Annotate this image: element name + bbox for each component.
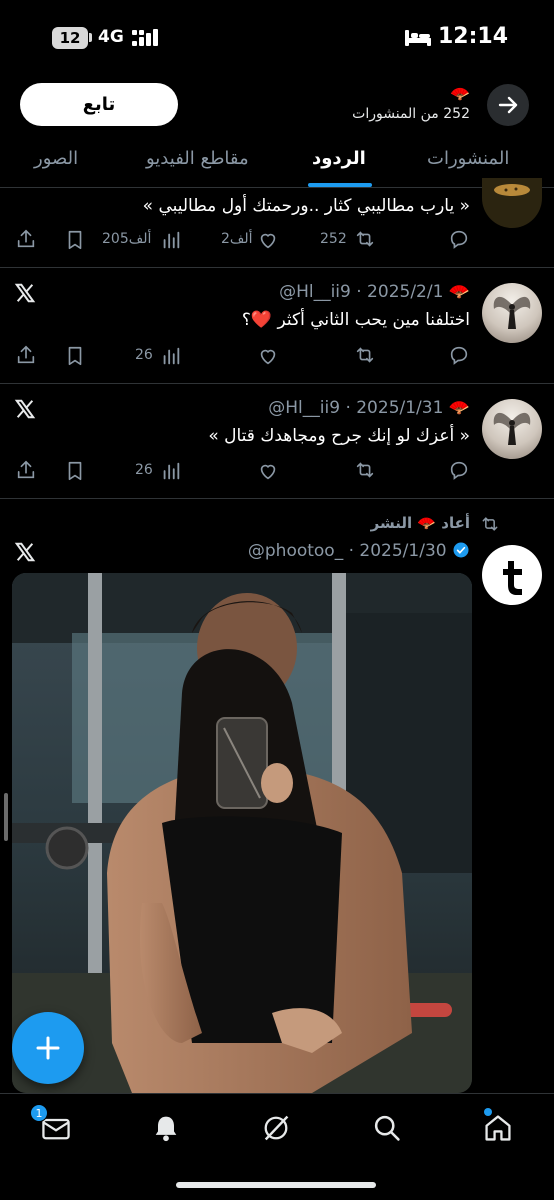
- t-letter-logo-icon: [503, 561, 522, 595]
- repost-icon[interactable]: [354, 459, 376, 481]
- bottom-navigation: 1: [0, 1093, 554, 1200]
- divider: [0, 498, 554, 499]
- sleep-mode-icon: [405, 30, 431, 46]
- angel-silhouette-image: [493, 296, 531, 329]
- views-count: 205ألف: [102, 231, 152, 247]
- tweet-text: « يارب مطاليبي كثار ..ورحمتك أول مطاليبي…: [142, 196, 470, 216]
- home-icon: [485, 1115, 511, 1141]
- like-icon[interactable]: [257, 229, 279, 251]
- tweet-handle-date: @Hl__ii9 · 2025/1/31: [268, 398, 444, 418]
- reply-icon[interactable]: [448, 228, 470, 250]
- like-icon[interactable]: [257, 345, 279, 367]
- compose-button[interactable]: [12, 1012, 84, 1084]
- nav-home[interactable]: [482, 1108, 514, 1144]
- bookmark-icon[interactable]: [64, 460, 86, 482]
- tweet-text: اختلفنا مين يحب الثاني أكثر ❤️؟: [241, 310, 470, 330]
- repost-count: 252: [320, 231, 347, 247]
- share-icon[interactable]: [15, 344, 37, 366]
- scroll-indicator[interactable]: [4, 793, 8, 841]
- share-icon[interactable]: [15, 228, 37, 250]
- tab-photos[interactable]: الصور: [34, 148, 78, 169]
- divider: [0, 383, 554, 384]
- follow-button[interactable]: تابع: [20, 83, 178, 126]
- bookmark-icon[interactable]: [64, 345, 86, 367]
- views-count: 26: [135, 347, 153, 363]
- tab-posts[interactable]: المنشورات: [427, 148, 509, 169]
- clock: 12:14: [438, 24, 509, 49]
- tab-videos[interactable]: مقاطع الفيديو: [146, 148, 249, 169]
- like-icon[interactable]: [257, 460, 279, 482]
- messages-badge: 1: [30, 1104, 48, 1122]
- repost-icon[interactable]: [354, 228, 376, 250]
- tweet-meta: @phootoo_ · 2025/1/30: [248, 541, 470, 561]
- like-count: 2ألف: [221, 231, 253, 247]
- status-bar: 12 4G 12:14: [0, 0, 554, 70]
- bell-icon: [155, 1116, 177, 1142]
- avatar[interactable]: [482, 283, 542, 343]
- post-count: 252 من المنشورات: [352, 106, 470, 122]
- tweet-text: « أعزك لو إنك جرح ومجاهدك قتال »: [208, 426, 470, 446]
- leopard-avatar-image: [494, 184, 530, 196]
- divider: [0, 267, 554, 268]
- angel-silhouette-image: [493, 412, 531, 445]
- nav-messages[interactable]: 1: [30, 1104, 72, 1144]
- views-icon[interactable]: [160, 345, 182, 367]
- tweet-meta: @Hl__ii9 · 2025/1/31 🪭: [268, 398, 470, 418]
- avatar[interactable]: [482, 545, 542, 605]
- repost-icon: [482, 517, 498, 531]
- x-logo-icon: [14, 542, 36, 562]
- bookmark-icon[interactable]: [64, 229, 86, 251]
- home-unread-dot: [484, 1108, 492, 1116]
- battery-cap: [89, 33, 92, 42]
- avatar[interactable]: [482, 178, 542, 228]
- signal-icon: [132, 29, 158, 46]
- arrow-right-icon: [498, 96, 518, 114]
- profile-tabs: المنشورات الردود مقاطع الفيديو الصور: [0, 134, 554, 188]
- share-icon[interactable]: [15, 459, 37, 481]
- battery-indicator: 12: [52, 27, 88, 49]
- plus-icon: [36, 1036, 60, 1060]
- tweet-meta: @Hl__ii9 · 2025/2/1 🪭: [279, 282, 470, 302]
- name-emoji: 🪭: [448, 282, 470, 302]
- views-count: 26: [135, 462, 153, 478]
- home-indicator[interactable]: [176, 1182, 376, 1188]
- tweet-handle-date: @phootoo_ · 2025/1/30: [247, 541, 447, 561]
- search-icon: [374, 1115, 400, 1141]
- grok-icon: [264, 1115, 289, 1141]
- avatar[interactable]: [482, 399, 542, 459]
- reply-icon[interactable]: [448, 344, 470, 366]
- reply-icon[interactable]: [448, 459, 470, 481]
- back-button[interactable]: [487, 84, 529, 126]
- tweet-handle-date: @Hl__ii9 · 2025/2/1: [279, 282, 444, 302]
- verified-badge-icon: [453, 542, 469, 558]
- x-logo-icon: [14, 399, 36, 419]
- profile-name-emoji: 🪭: [450, 84, 470, 103]
- nav-search[interactable]: [371, 1112, 403, 1144]
- x-logo-icon: [14, 283, 36, 303]
- tab-replies[interactable]: الردود: [312, 148, 366, 169]
- network-type: 4G: [98, 27, 124, 47]
- active-tab-indicator: [308, 183, 372, 187]
- views-icon[interactable]: [160, 229, 182, 251]
- nav-grok[interactable]: [260, 1112, 292, 1144]
- name-emoji: 🪭: [448, 398, 470, 418]
- repost-label: أعاد 🪭 النشر: [370, 514, 470, 532]
- nav-notifications[interactable]: [150, 1112, 182, 1144]
- repost-icon[interactable]: [354, 344, 376, 366]
- views-icon[interactable]: [160, 460, 182, 482]
